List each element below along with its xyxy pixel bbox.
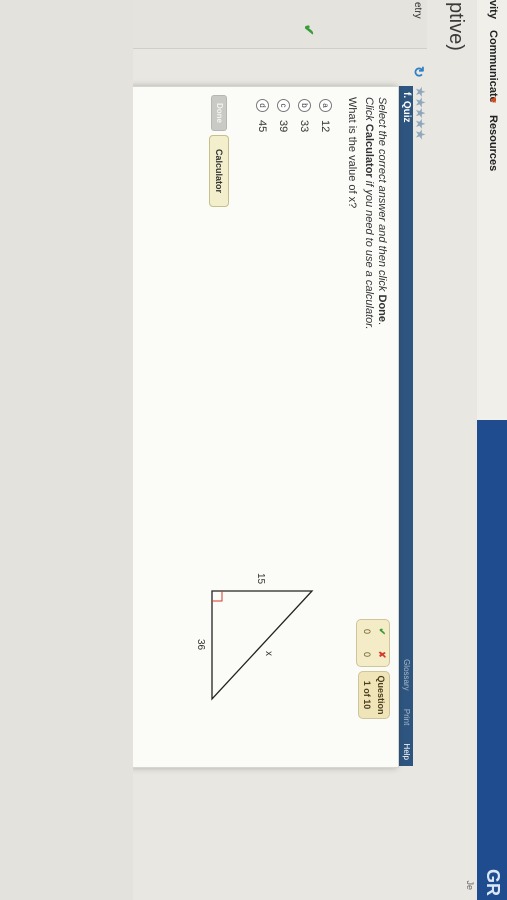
instruction-calculator-keyword: Calculator [363, 123, 375, 178]
refresh-icon[interactable]: ↻ [410, 66, 427, 78]
instruction-text: Click [363, 97, 375, 121]
radio-button[interactable]: a [319, 99, 332, 112]
answer-option-b[interactable]: b 33 [294, 99, 315, 132]
question-text: What is the value of x? [346, 97, 358, 209]
incorrect-count: 0 [362, 651, 372, 657]
answer-option-a[interactable]: a 12 [315, 99, 336, 132]
check-icon: ✔ [301, 24, 317, 36]
chevron-down-icon[interactable]: ▼ [487, 95, 498, 105]
triangle-shape [211, 590, 314, 701]
answer-option-c[interactable]: c 39 [273, 99, 294, 132]
instruction-text: if you need to use a calculator. [363, 180, 375, 330]
base-label: 36 [195, 639, 206, 651]
right-angle-marker [212, 591, 223, 602]
side-label: 15 [255, 573, 266, 585]
quiz-panel: Select the correct answer and then click… [132, 86, 399, 768]
option-value: 12 [319, 120, 332, 133]
option-value: 39 [277, 120, 290, 133]
answer-options: a 12 b 33 c 39 d 45 [252, 99, 336, 132]
option-value: 45 [256, 120, 269, 133]
right-triangle-figure: 15 36 x [195, 573, 314, 701]
page-background-lower [0, 0, 133, 900]
screen-stage: vity Communicate ▼ Resources GR Je ptive… [0, 0, 507, 900]
done-button[interactable]: Done [211, 95, 227, 131]
radio-button[interactable]: d [256, 99, 269, 112]
quiz-header: f. Quiz Glossary Print Help [399, 86, 413, 766]
hypotenuse-label: x [263, 651, 274, 656]
help-link[interactable]: Help [402, 744, 411, 760]
nav-communicate[interactable]: Communicate [487, 30, 499, 103]
brand-partial: GR [483, 869, 503, 896]
question-progress: 1 of 10 [362, 680, 372, 710]
answer-option-d[interactable]: d 45 [252, 99, 273, 132]
print-link[interactable]: Print [402, 709, 411, 725]
sidebar-item-label[interactable]: etry [412, 2, 423, 19]
nav-resources[interactable]: Resources [487, 115, 499, 171]
radio-button[interactable]: b [298, 99, 311, 112]
instruction-text: Select the correct answer and then click [376, 97, 388, 292]
user-text-partial: Je [465, 880, 475, 890]
correct-count: 0 [362, 628, 372, 634]
quiz-title: f. Quiz [401, 92, 412, 123]
quiz-header-links: Glossary Print Help [402, 643, 411, 760]
instructions: Select the correct answer and then click… [363, 97, 388, 330]
close-icon: ✘ [377, 650, 387, 659]
question-label: Question [376, 675, 386, 715]
instruction-done-keyword: Done [376, 294, 388, 323]
page-title: ptive) [445, 2, 467, 51]
check-icon: ✔ [377, 627, 387, 636]
top-nav-menu: vity Communicate ▼ Resources [477, 0, 507, 420]
star-rating-icon: ★★★★★ [413, 86, 428, 140]
radio-button[interactable]: c [277, 99, 290, 112]
score-box: ✔ ✘ 0 0 [356, 619, 390, 667]
option-value: 33 [298, 120, 311, 133]
nav-item-partial[interactable]: vity [487, 0, 499, 19]
glossary-link[interactable]: Glossary [402, 659, 411, 691]
question-progress-box: Question 1 of 10 [358, 671, 390, 719]
calculator-button[interactable]: Calculator [209, 135, 229, 207]
